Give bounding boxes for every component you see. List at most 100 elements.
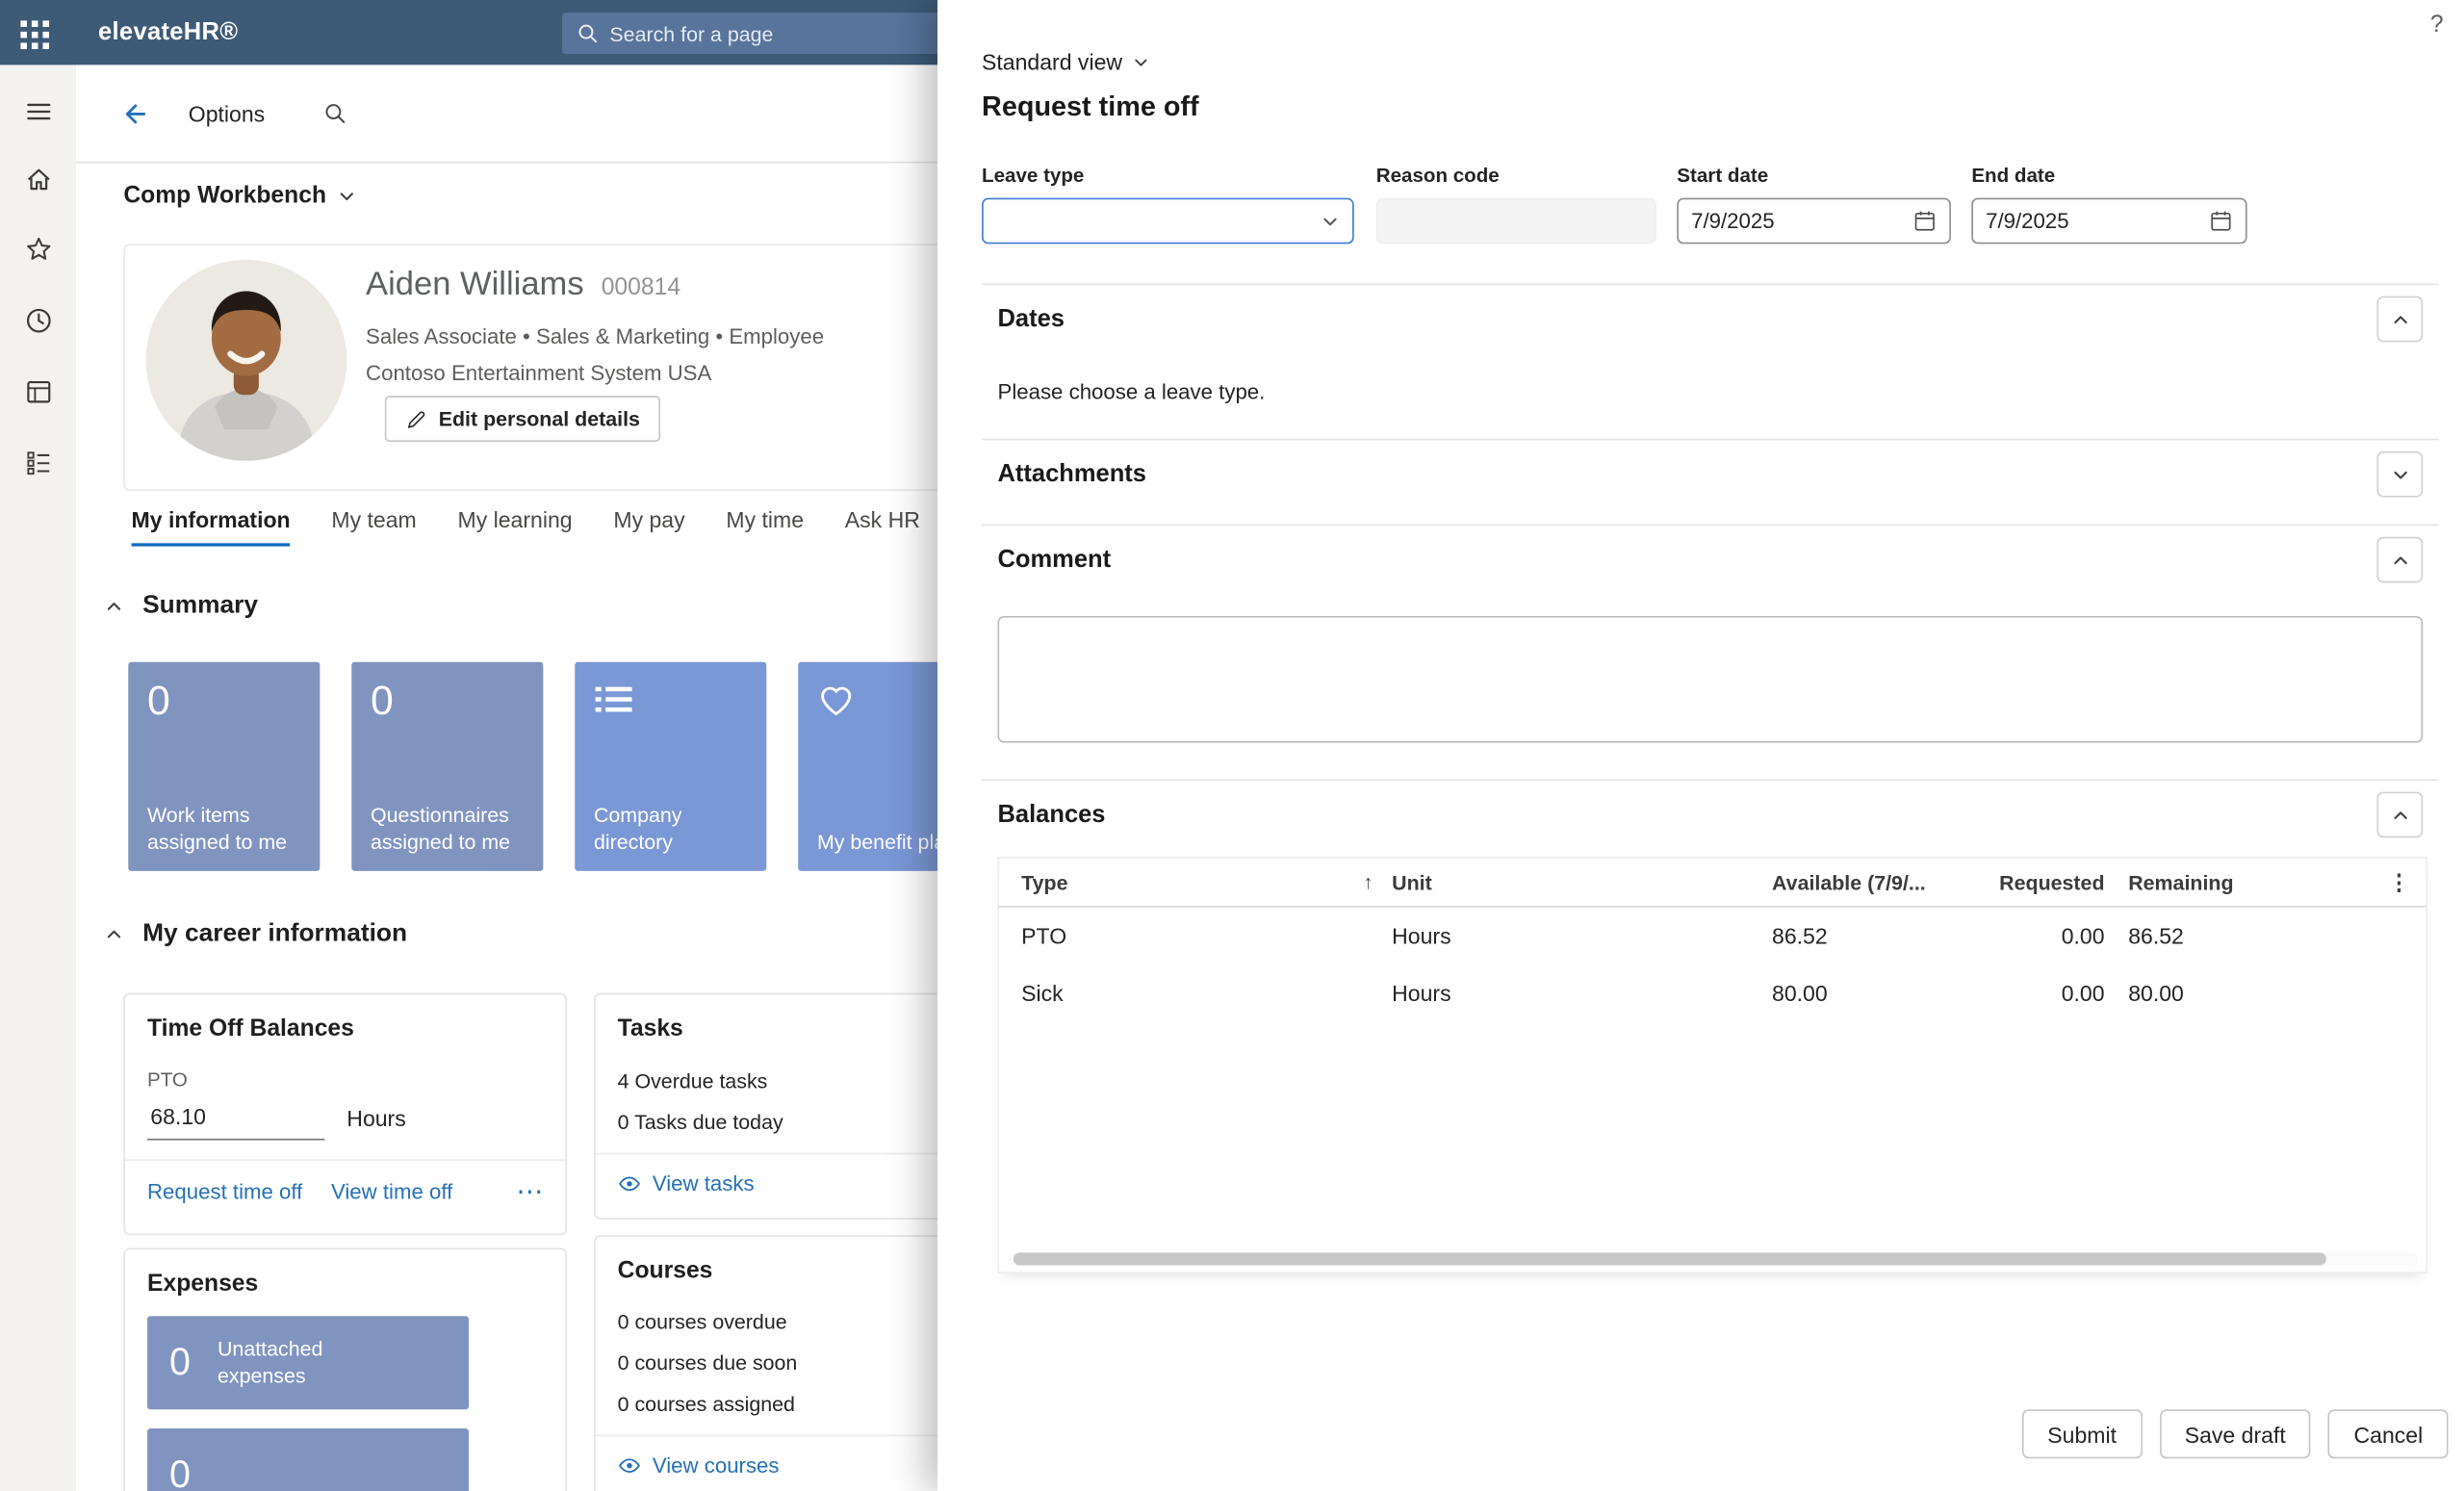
balances-section-title: Balances xyxy=(998,801,1106,830)
balance-value-input[interactable] xyxy=(147,1104,324,1141)
options-tab[interactable]: Options xyxy=(189,101,265,126)
view-selector[interactable]: Standard view xyxy=(982,49,1149,74)
tile-expense-reports[interactable]: 0 xyxy=(147,1428,469,1491)
leave-type-combobox[interactable] xyxy=(982,198,1354,244)
column-header-requested[interactable]: Requested xyxy=(1954,870,2104,894)
collapse-chevron-up-icon[interactable] xyxy=(105,925,124,944)
tab-my-learning[interactable]: My learning xyxy=(458,506,573,546)
tile-count: 0 xyxy=(169,1341,191,1385)
tile-work-items[interactable]: 0 Work items assigned to me xyxy=(128,662,320,871)
chevron-down-icon[interactable] xyxy=(1321,212,1340,231)
search-icon xyxy=(577,22,599,44)
chevron-up-icon xyxy=(2390,806,2409,825)
chevron-down-icon xyxy=(338,186,357,205)
tile-count: 0 xyxy=(147,678,301,723)
column-header-unit[interactable]: Unit xyxy=(1389,870,1772,894)
app-launcher-icon[interactable] xyxy=(20,20,48,48)
divider xyxy=(982,525,2439,527)
directory-list-icon xyxy=(594,682,748,720)
chevron-up-icon xyxy=(2390,551,2409,570)
request-time-off-flyout: ? Standard view Request time off Leave t… xyxy=(937,0,2464,1491)
view-time-off-link[interactable]: View time off xyxy=(331,1180,452,1204)
leave-type-field: Leave type xyxy=(982,165,1354,244)
career-section-header: My career information xyxy=(105,920,407,949)
column-header-available[interactable]: Available (7/9/... xyxy=(1772,870,1954,894)
time-off-balances-card: Time Off Balances PTO Hours Request time… xyxy=(123,993,567,1236)
comment-section-title: Comment xyxy=(998,546,1112,575)
favorites-star-icon[interactable] xyxy=(0,217,76,280)
request-time-off-link[interactable]: Request time off xyxy=(147,1180,302,1204)
back-button[interactable] xyxy=(117,98,149,130)
balances-table-header: Type ↑ Unit Available (7/9/... Requested… xyxy=(999,859,2426,908)
employee-id: 000814 xyxy=(602,274,680,301)
attachments-section-title: Attachments xyxy=(998,460,1146,489)
balances-collapse-button[interactable] xyxy=(2377,792,2424,838)
end-date-input[interactable] xyxy=(1971,198,2246,244)
attachments-expand-button[interactable] xyxy=(2377,451,2424,498)
reason-code-input xyxy=(1376,198,1656,244)
search-input[interactable] xyxy=(609,21,943,45)
scrollbar-thumb[interactable] xyxy=(1014,1252,2325,1265)
table-row-pto[interactable]: PTO Hours 86.52 0.00 86.52 xyxy=(999,908,2426,964)
application-window: elevateHR® Options xyxy=(0,0,2464,1491)
save-draft-button[interactable]: Save draft xyxy=(2159,1409,2311,1458)
page-search-box[interactable] xyxy=(562,13,958,54)
horizontal-scrollbar[interactable] xyxy=(1007,1252,2418,1265)
leave-type-input[interactable] xyxy=(996,209,1321,233)
flyout-title: Request time off xyxy=(982,90,1199,124)
column-options-kebab-icon[interactable]: ⋮ xyxy=(2373,868,2426,895)
divider xyxy=(982,283,2439,285)
comment-textarea[interactable] xyxy=(998,616,2424,743)
workbench-label: Comp Workbench xyxy=(123,182,326,209)
sort-ascending-icon[interactable]: ↑ xyxy=(1364,871,1389,893)
table-row-sick[interactable]: Sick Hours 80.00 0.00 80.00 xyxy=(999,964,2426,1021)
help-icon[interactable]: ? xyxy=(2430,12,2444,39)
tile-questionnaires[interactable]: 0 Questionnaires assigned to me xyxy=(351,662,543,871)
collapse-chevron-up-icon[interactable] xyxy=(105,597,124,616)
dates-collapse-button[interactable] xyxy=(2377,296,2424,343)
career-title: My career information xyxy=(142,920,407,949)
tab-my-information[interactable]: My information xyxy=(132,506,291,546)
expenses-card: Expenses 0 Unattached expenses 0 xyxy=(123,1247,567,1491)
balances-table: Type ↑ Unit Available (7/9/... Requested… xyxy=(998,857,2428,1273)
pencil-icon xyxy=(405,408,427,430)
view-tasks-link[interactable]: View tasks xyxy=(618,1171,755,1195)
balance-unit: Hours xyxy=(346,1105,405,1140)
employee-company: Contoso Entertainment System USA xyxy=(366,361,711,385)
dates-section-header: Dates xyxy=(998,296,2424,343)
calendar-icon[interactable] xyxy=(2209,209,2233,233)
dates-section-title: Dates xyxy=(998,305,1065,334)
cancel-button[interactable]: Cancel xyxy=(2328,1409,2448,1458)
reason-code-field: Reason code xyxy=(1376,165,1656,244)
home-icon[interactable] xyxy=(0,147,76,211)
left-sidebar xyxy=(0,64,76,1491)
tab-my-time[interactable]: My time xyxy=(726,506,804,546)
divider xyxy=(125,1159,565,1161)
more-options-icon[interactable]: ⋯ xyxy=(516,1178,543,1205)
tile-unattached-expenses[interactable]: 0 Unattached expenses xyxy=(147,1316,469,1409)
start-date-input[interactable] xyxy=(1677,198,1951,244)
app-title: elevateHR® xyxy=(98,19,238,48)
column-header-type[interactable]: Type ↑ xyxy=(999,870,1389,894)
modules-checklist-icon[interactable] xyxy=(0,431,76,495)
workspaces-icon[interactable] xyxy=(0,359,76,423)
tab-my-team[interactable]: My team xyxy=(331,506,416,546)
workbench-selector[interactable]: Comp Workbench xyxy=(123,182,356,209)
view-courses-link[interactable]: View courses xyxy=(618,1453,780,1478)
comment-collapse-button[interactable] xyxy=(2377,537,2424,583)
card-title: Time Off Balances xyxy=(147,1015,543,1042)
calendar-icon[interactable] xyxy=(1912,209,1937,233)
end-date-field: End date xyxy=(1971,165,2246,244)
action-pane-search-icon[interactable] xyxy=(323,101,347,125)
submit-button[interactable]: Submit xyxy=(2022,1409,2142,1458)
menu-icon[interactable] xyxy=(0,79,76,142)
dates-message: Please choose a leave type. xyxy=(998,380,1266,404)
edit-personal-details-button[interactable]: Edit personal details xyxy=(385,396,661,442)
recent-clock-icon[interactable] xyxy=(0,288,76,351)
column-header-remaining[interactable]: Remaining xyxy=(2105,870,2373,894)
tile-company-directory[interactable]: Company directory xyxy=(575,662,766,871)
tab-ask-hr[interactable]: Ask HR xyxy=(845,506,920,546)
chevron-down-icon xyxy=(1132,53,1149,70)
tab-my-pay[interactable]: My pay xyxy=(613,506,684,546)
eye-icon xyxy=(618,1173,642,1194)
